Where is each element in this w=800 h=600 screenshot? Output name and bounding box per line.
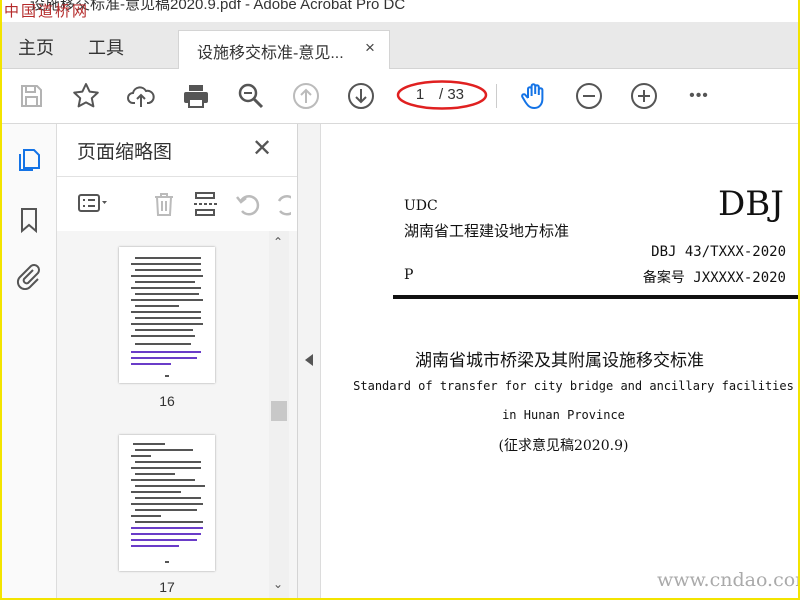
rotate-page-button[interactable] <box>233 189 263 219</box>
next-page-button[interactable] <box>346 81 376 111</box>
panel-title: 页面缩略图 <box>77 142 173 163</box>
thumbnail-page-number: 17 <box>159 579 175 595</box>
tab-document-label: 设施移交标准-意见... <box>197 45 344 62</box>
scrollbar-thumb[interactable] <box>271 401 287 421</box>
doc-p-label: P <box>404 267 414 283</box>
thumbnail-options-button[interactable] <box>77 189 107 219</box>
panel-close-button[interactable]: ✕ <box>252 134 272 163</box>
app-window: 设施移交标准-意见稿2020.9.pdf - Adobe Acrobat Pro… <box>2 0 798 598</box>
doc-title-cn: 湖南省城市桥梁及其附属设施移交标准 <box>415 351 704 371</box>
doc-title-en-line2: in Hunan Province <box>502 408 625 422</box>
thumbnail-panel: 页面缩略图 ✕ 16 17 ⌃ ⌄ <box>57 124 298 598</box>
document-view[interactable]: UDC DBJ 湖南省工程建设地方标准 DBJ 43/TXXX-2020 P 备… <box>321 124 798 598</box>
doc-title-en-line1: Standard of transfer for city bridge and… <box>353 379 794 393</box>
thumbnail-list: 16 17 <box>57 231 297 598</box>
trash-icon <box>155 193 173 216</box>
more-tools-button[interactable]: ••• <box>684 81 714 111</box>
cloud-upload-icon <box>127 86 155 107</box>
bookmark-icon <box>21 208 37 234</box>
rotate-right-icon <box>277 195 291 216</box>
tab-close-button[interactable]: × <box>365 38 375 58</box>
doc-series: DBJ <box>718 184 784 224</box>
tab-bar: 主页 工具 设施移交标准-意见... × <box>2 22 798 70</box>
insert-page-icon <box>194 192 218 216</box>
thumbnail-page-16[interactable] <box>119 247 215 383</box>
scroll-down-arrow-icon[interactable]: ⌄ <box>273 577 283 591</box>
rotate-left-icon <box>236 195 260 216</box>
doc-province-standard: 湖南省工程建设地方标准 <box>404 222 570 240</box>
minus-circle-icon <box>576 83 602 109</box>
rotate-page-right-button[interactable] <box>271 189 291 219</box>
arrow-down-circle-icon <box>348 83 374 109</box>
doc-rule <box>393 295 798 299</box>
pages-icon <box>19 149 40 171</box>
save-icon <box>21 85 42 107</box>
options-menu-icon <box>78 194 107 212</box>
annotation-ellipse <box>396 80 488 110</box>
site-watermark: www.cndao.com <box>657 569 798 591</box>
doc-udc: UDC <box>404 198 438 214</box>
arrow-up-circle-icon <box>293 83 319 109</box>
title-bar: 设施移交标准-意见稿2020.9.pdf - Adobe Acrobat Pro… <box>2 0 798 22</box>
main-toolbar: 1 / 33 ••• <box>2 69 798 124</box>
thumbnail-page-17[interactable] <box>119 435 215 571</box>
tab-tools[interactable]: 工具 <box>88 34 124 60</box>
top-watermark: 中国道桥网 <box>4 2 90 20</box>
scroll-up-arrow-icon[interactable]: ⌃ <box>273 235 283 249</box>
doc-draft-note: (征求意见稿2020.9) <box>498 438 629 454</box>
navigation-rail <box>2 124 57 598</box>
attachments-toggle[interactable] <box>15 262 43 291</box>
tab-document[interactable]: 设施移交标准-意见... × <box>178 30 390 70</box>
panel-collapse-handle[interactable] <box>298 124 321 598</box>
star-icon <box>73 83 99 108</box>
zoom-in-button[interactable] <box>629 81 659 111</box>
paperclip-icon <box>16 264 40 291</box>
magnifier-icon <box>238 83 264 109</box>
collapse-arrow-icon <box>305 354 313 366</box>
hand-icon <box>521 83 544 109</box>
save-button[interactable] <box>16 81 46 111</box>
previous-page-button[interactable] <box>291 81 321 111</box>
hand-tool-button[interactable] <box>519 81 549 111</box>
tab-home[interactable]: 主页 <box>18 34 54 60</box>
thumbnail-scrollbar[interactable]: ⌃ ⌄ <box>269 231 289 598</box>
upload-cloud-button[interactable] <box>126 81 156 111</box>
printer-icon <box>184 85 208 108</box>
toolbar-divider <box>496 84 497 108</box>
bookmark-star-button[interactable] <box>71 81 101 111</box>
zoom-out-button[interactable] <box>574 81 604 111</box>
page-thumbnails-toggle[interactable] <box>15 146 43 174</box>
panel-toolbar <box>57 176 297 232</box>
delete-page-button[interactable] <box>149 189 179 219</box>
bookmarks-toggle[interactable] <box>15 206 43 234</box>
page-indicator: 1 / 33 <box>396 80 488 111</box>
plus-circle-icon <box>631 83 657 109</box>
insert-page-button[interactable] <box>191 189 221 219</box>
doc-record-number: 备案号 JXXXXX-2020 <box>642 270 786 286</box>
doc-code: DBJ 43/TXXX-2020 <box>651 244 786 260</box>
thumbnail-page-number: 16 <box>159 393 175 409</box>
zoom-search-button[interactable] <box>236 81 266 111</box>
print-button[interactable] <box>181 81 211 111</box>
